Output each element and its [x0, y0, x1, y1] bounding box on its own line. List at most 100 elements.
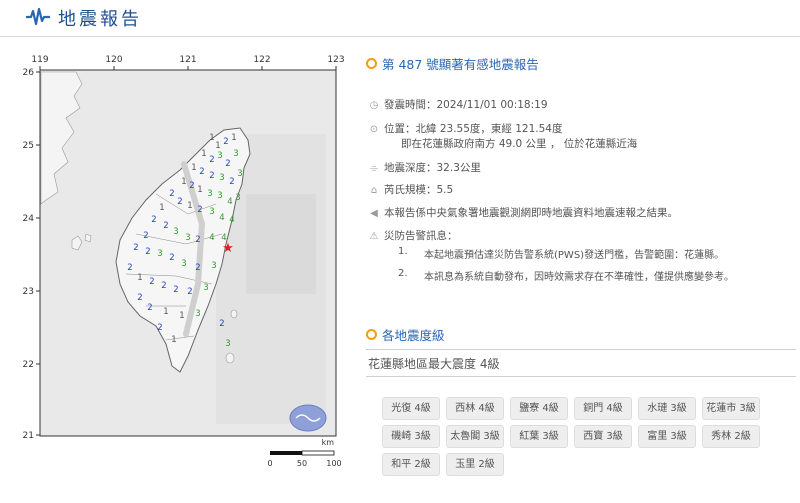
- intensity-mark: 1: [171, 335, 176, 345]
- lon-tick-4: 123: [327, 55, 344, 65]
- scale-0: 0: [267, 459, 272, 468]
- station-chip[interactable]: 秀林 2級: [702, 425, 760, 448]
- notice-num-2: 2.: [398, 268, 408, 279]
- intensity-mark: 1: [201, 149, 206, 159]
- intensity-mark: 3: [217, 151, 222, 161]
- intensity-mark: 3: [237, 169, 242, 179]
- seismograph-icon: [26, 7, 50, 26]
- intensity-mark: 2: [133, 243, 138, 253]
- intensity-mark: 1: [159, 203, 164, 213]
- station-chip[interactable]: 太魯閣 3級: [446, 425, 504, 448]
- lat-tick-4: 22: [23, 360, 34, 370]
- intensity-mark: 2: [173, 285, 178, 295]
- station-chip[interactable]: 光復 4級: [382, 397, 440, 420]
- max-intensity-text: 花蓮縣地區最大震度 4級: [368, 357, 500, 371]
- intensity-mark: 3: [219, 173, 224, 183]
- intensity-mark: 4: [209, 233, 214, 243]
- intensity-mark: 2: [137, 293, 142, 303]
- intensity-mark: 3: [195, 309, 200, 319]
- intensity-mark: 2: [195, 235, 200, 245]
- intensity-mark: 2: [151, 215, 156, 225]
- intensity-mark: 2: [195, 263, 200, 273]
- intensity-mark: 3: [211, 261, 216, 271]
- earthquake-map: 119 120 121 122 123 26 25 24 23 22 21 11…: [16, 44, 350, 500]
- lon-tick-2: 121: [179, 55, 196, 65]
- page-header: 地震報告: [0, 0, 800, 37]
- intensity-mark: 3: [203, 283, 208, 293]
- intensity-mark: 3: [233, 149, 238, 159]
- magnitude-icon: ⌂: [370, 185, 378, 196]
- intensity-mark: 2: [209, 171, 214, 181]
- intensity-section-title: 各地震度級: [366, 325, 445, 344]
- intensity-mark: 1: [187, 201, 192, 211]
- max-intensity-bar: 花蓮縣地區最大震度 4級: [366, 349, 796, 377]
- scale-100: 100: [326, 459, 341, 468]
- lon-tick-1: 120: [105, 55, 122, 65]
- epicenter-star-icon: ★: [222, 241, 234, 256]
- intensity-mark: 2: [147, 303, 152, 313]
- lat-tick-5: 21: [23, 431, 34, 441]
- intensity-mark: 1: [181, 177, 186, 187]
- intensity-mark: 2: [189, 181, 194, 191]
- station-chip[interactable]: 西寶 3級: [574, 425, 632, 448]
- intensity-mark: 2: [163, 221, 168, 231]
- intensity-mark: 3: [207, 189, 212, 199]
- scale-unit: km: [322, 438, 335, 447]
- intensity-mark: 2: [219, 319, 224, 329]
- intensity-mark: 3: [173, 227, 178, 237]
- intensity-mark: 3: [225, 339, 230, 349]
- intensity-mark: 1: [231, 133, 236, 143]
- station-chip[interactable]: 花蓮市 3級: [702, 397, 760, 420]
- lat-tick-0: 26: [23, 68, 35, 78]
- station-chip[interactable]: 銅門 4級: [574, 397, 632, 420]
- report-title: 第 487 號顯著有感地震報告: [366, 54, 539, 73]
- lat-tick-2: 24: [23, 214, 35, 224]
- station-chip[interactable]: 磯崎 3級: [382, 425, 440, 448]
- lon-tick-0: 119: [31, 55, 48, 65]
- time-row: ◷ 發震時間：2024/11/01 00:18:19: [369, 99, 548, 111]
- depth-row: ⌯ 地震深度：32.3公里: [370, 162, 481, 174]
- lon-tick-3: 122: [253, 55, 270, 65]
- intensity-mark: 3: [157, 249, 162, 259]
- notice-text-1: 本起地震預估達災防告警系統(PWS)發送門檻，告警範圍：花蓮縣。: [424, 250, 725, 261]
- bullet-circle-icon: [366, 58, 377, 69]
- intensity-mark: 1: [137, 273, 142, 283]
- intensity-mark: 2: [143, 231, 148, 241]
- station-chip[interactable]: 和平 2級: [382, 453, 440, 476]
- source-note-row: ◀ 本報告係中央氣象署地震觀測網即時地震資料地震速報之結果。: [368, 206, 678, 221]
- intensity-mark: 4: [227, 197, 232, 207]
- intensity-mark: 3: [209, 207, 214, 217]
- bullet-circle-icon: [366, 329, 377, 340]
- magnitude-row: ⌂ 芮氏規模：5.5: [368, 183, 453, 198]
- intensity-mark: 3: [235, 193, 240, 203]
- station-chip[interactable]: 富里 3級: [638, 425, 696, 448]
- report-panel: 第 487 號顯著有感地震報告 ◷ 發震時間：2024/11/01 00:18:1…: [366, 44, 796, 500]
- intensity-mark: 2: [225, 159, 230, 169]
- lat-tick-1: 25: [23, 141, 34, 151]
- station-chip[interactable]: 紅葉 3級: [510, 425, 568, 448]
- intensity-mark: 4: [229, 215, 234, 225]
- intensity-mark: 4: [219, 213, 224, 223]
- station-chip[interactable]: 玉里 2級: [446, 453, 504, 476]
- station-chip[interactable]: 西林 4級: [446, 397, 504, 420]
- intensity-mark: 2: [187, 287, 192, 297]
- intensity-mark: 1: [163, 307, 168, 317]
- intensity-mark: 2: [229, 177, 234, 187]
- intensity-mark: 2: [161, 281, 166, 291]
- station-chip[interactable]: 鹽寮 4級: [510, 397, 568, 420]
- intensity-mark: 2: [199, 167, 204, 177]
- notice-row: ⚠ 災防告警訊息：: [369, 230, 458, 242]
- alert-icon: ⚠: [369, 231, 379, 242]
- location-detail: 即在花蓮縣政府南方 49.0 公里 ， 位於花蓮縣近海: [401, 138, 638, 150]
- intensity-mark: 1: [209, 133, 214, 143]
- station-chip[interactable]: 水璉 3級: [638, 397, 696, 420]
- intensity-mark: 1: [215, 141, 220, 151]
- intensity-mark: 3: [185, 233, 190, 243]
- intensity-mark: 2: [223, 137, 228, 147]
- page-title: 地震報告: [58, 9, 142, 30]
- intensity-mark: 1: [197, 185, 202, 195]
- intensity-mark: 1: [179, 311, 184, 321]
- intensity-mark: 2: [127, 263, 132, 273]
- intensity-mark: 2: [169, 189, 174, 199]
- scale-50: 50: [297, 459, 307, 468]
